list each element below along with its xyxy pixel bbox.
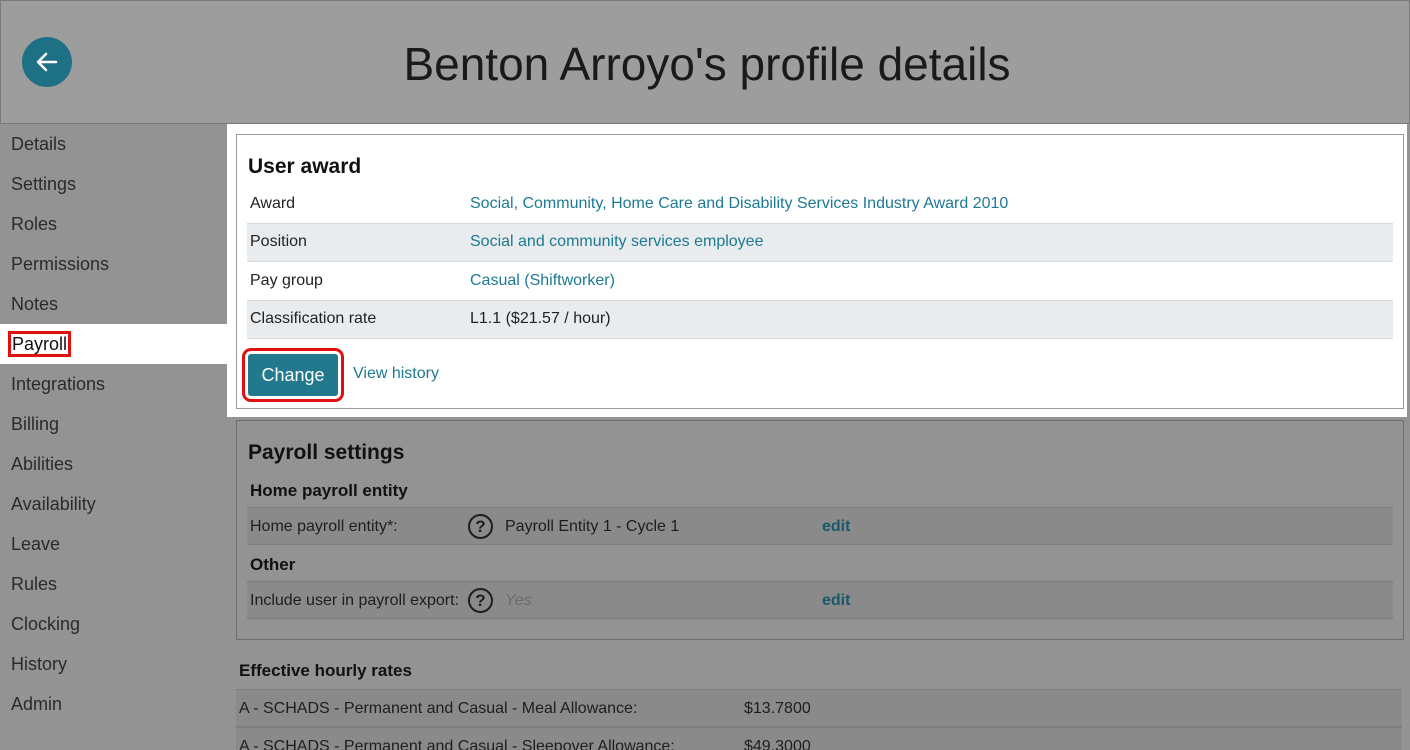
user-award-highlight: User award Award Social, Community, Home… <box>227 124 1407 417</box>
pay-group-key: Pay group <box>250 271 323 289</box>
sidebar-item-label: History <box>11 654 68 674</box>
sidebar-item-label: Roles <box>11 214 58 234</box>
rate-row: A - SCHADS - Permanent and Casual - Meal… <box>236 689 1402 727</box>
sidebar-item-payroll[interactable]: Payroll <box>0 324 227 364</box>
sidebar-item-label: Abilities <box>11 454 74 474</box>
sidebar-item-leave[interactable]: Leave <box>0 524 227 564</box>
rate-label: A - SCHADS - Permanent and Casual - Slee… <box>239 738 675 750</box>
sidebar-item-label: Admin <box>11 694 63 714</box>
sidebar-item-notes[interactable]: Notes <box>0 284 227 324</box>
include-payroll-export-label: Include user in payroll export: <box>250 592 459 609</box>
classification-key: Classification rate <box>250 310 377 328</box>
sidebar-item-label: Payroll <box>7 331 72 357</box>
help-icon[interactable]: ? <box>468 588 493 613</box>
sidebar-item-rules[interactable]: Rules <box>0 564 227 604</box>
home-payroll-entity-value: Payroll Entity 1 - Cycle 1 <box>505 518 680 535</box>
include-payroll-export-value: Yes <box>505 592 532 609</box>
edit-include-payroll-export-link[interactable]: edit <box>822 592 850 610</box>
sidebar-item-details[interactable]: Details <box>0 124 227 164</box>
include-payroll-export-row: Include user in payroll export: ? Yes ed… <box>247 581 1393 619</box>
help-icon[interactable]: ? <box>468 514 493 539</box>
payroll-settings-card: Payroll settings Home payroll entity Hom… <box>236 420 1404 640</box>
sidebar-item-label: Notes <box>11 294 59 314</box>
rate-value: $49.3000 <box>744 738 811 750</box>
award-row-award: Award Social, Community, Home Care and D… <box>247 185 1393 224</box>
page-header: Benton Arroyo's profile details <box>0 0 1410 124</box>
sidebar-item-permissions[interactable]: Permissions <box>0 244 227 284</box>
sidebar-item-label: Details <box>11 134 67 154</box>
position-link[interactable]: Social and community services employee <box>470 233 763 251</box>
main-content: User award Award Social, Community, Home… <box>227 124 1410 750</box>
sidebar-item-label: Permissions <box>11 254 110 274</box>
other-heading: Other <box>250 555 296 574</box>
view-history-link[interactable]: View history <box>353 365 439 383</box>
payroll-settings-title: Payroll settings <box>248 441 405 464</box>
rate-value: $13.7800 <box>744 700 811 717</box>
sidebar-item-integrations[interactable]: Integrations <box>0 364 227 404</box>
classification-value: L1.1 ($21.57 / hour) <box>470 310 611 328</box>
edit-home-payroll-entity-link[interactable]: edit <box>822 518 850 536</box>
sidebar-item-label: Availability <box>11 494 96 514</box>
home-payroll-entity-heading: Home payroll entity <box>250 481 408 500</box>
sidebar-item-clocking[interactable]: Clocking <box>0 604 227 644</box>
pay-group-link[interactable]: Casual (Shiftworker) <box>470 272 615 290</box>
sidebar-item-label: Settings <box>11 174 77 194</box>
position-key: Position <box>250 233 307 251</box>
sidebar-item-availability[interactable]: Availability <box>0 484 227 524</box>
sidebar-item-label: Billing <box>11 414 60 434</box>
user-award-card: User award Award Social, Community, Home… <box>236 134 1404 409</box>
sidebar-item-settings[interactable]: Settings <box>0 164 227 204</box>
award-key: Award <box>250 194 296 212</box>
effective-hourly-rates-title: Effective hourly rates <box>239 661 412 680</box>
home-payroll-entity-row: Home payroll entity*: ? Payroll Entity 1… <box>247 507 1393 545</box>
sidebar-item-abilities[interactable]: Abilities <box>0 444 227 484</box>
sidebar-item-label: Leave <box>11 534 61 554</box>
sidebar-item-admin[interactable]: Admin <box>0 684 227 724</box>
sidebar-item-label: Rules <box>11 574 58 594</box>
user-award-title: User award <box>248 155 362 178</box>
award-row-position: Position Social and community services e… <box>247 223 1393 262</box>
award-link[interactable]: Social, Community, Home Care and Disabil… <box>470 195 1008 213</box>
award-row-pay-group: Pay group Casual (Shiftworker) <box>247 262 1393 301</box>
sidebar-item-label: Clocking <box>11 614 81 634</box>
sidebar-item-billing[interactable]: Billing <box>0 404 227 444</box>
rate-row: A - SCHADS - Permanent and Casual - Slee… <box>236 727 1402 750</box>
award-row-classification: Classification rate L1.1 ($21.57 / hour) <box>247 300 1393 339</box>
user-award-table: Award Social, Community, Home Care and D… <box>247 185 1393 339</box>
change-button[interactable]: Change <box>242 348 344 402</box>
sidebar-item-history[interactable]: History <box>0 644 227 684</box>
rate-label: A - SCHADS - Permanent and Casual - Meal… <box>239 700 638 717</box>
sidebar-item-label: Integrations <box>11 374 106 394</box>
home-payroll-entity-label: Home payroll entity*: <box>250 518 398 535</box>
sidebar-nav: Details Settings Roles Permissions Notes… <box>0 124 227 750</box>
sidebar-item-roles[interactable]: Roles <box>0 204 227 244</box>
page-title: Benton Arroyo's profile details <box>403 38 1011 90</box>
